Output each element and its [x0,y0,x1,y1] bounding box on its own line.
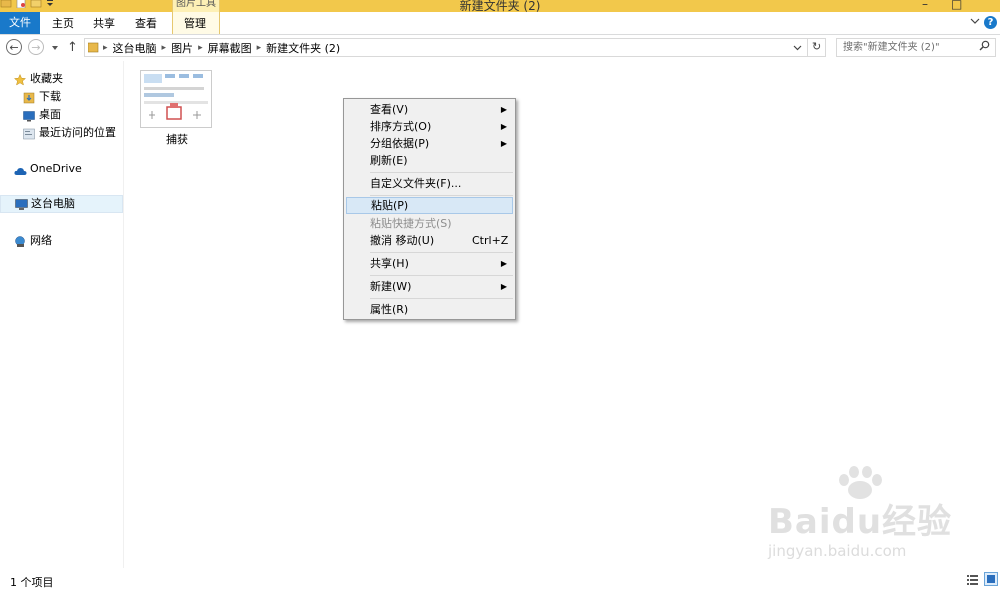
search-placeholder: 搜索"新建文件夹 (2)" [843,42,940,53]
breadcrumb-current-folder[interactable]: 新建文件夹 (2) [266,40,340,56]
menu-separator [370,252,513,253]
desktop-icon [23,110,35,121]
tab-home[interactable]: 主页 [50,15,76,33]
sidebar-item-label: OneDrive [30,162,82,175]
chevron-right-icon[interactable]: ▸ [257,43,262,53]
menu-item-customize-folder[interactable]: 自定义文件夹(F)... [346,175,513,192]
expand-ribbon-icon[interactable] [970,16,980,29]
menu-item-paste-shortcut[interactable]: 粘贴快捷方式(S) [346,215,513,232]
context-menu: 查看(V) ▶ 排序方式(O) ▶ 分组依据(P) ▶ 刷新(E) 自定义文件夹(F)… [343,98,516,320]
recent-places-icon [23,128,35,139]
file-list-area[interactable]: 捕获 Baidu经验 jingyan.baidu.com [124,61,1000,568]
large-icons-view-icon [987,575,995,583]
breadcrumb: ▸ 这台电脑 ▸ 图片 ▸ 屏幕截图 ▸ 新建文件夹 (2) [103,39,340,56]
sidebar-item-favorites[interactable]: 收藏夹 [13,70,63,88]
chevron-right-icon[interactable]: ▸ [103,43,108,53]
image-thumbnail-icon [140,70,212,128]
refresh-icon[interactable]: ↻ [812,40,821,53]
menu-item-paste[interactable]: 粘贴(P) [346,197,513,214]
navigation-bar: ← → ↑ ▸ 这台电脑 ▸ 图片 ▸ 屏幕截图 ▸ 新建文件夹 (2) ↻ 搜… [0,35,1000,61]
tab-manage[interactable]: 管理 [180,15,210,33]
breadcrumb-this-pc[interactable]: 这台电脑 [113,40,157,56]
baidu-watermark: Baidu经验 jingyan.baidu.com [762,466,962,570]
ribbon-tabs: 文件 主页 共享 查看 管理 ? [0,12,1000,35]
sidebar-item-network[interactable]: 网络 [14,232,52,250]
sidebar-item-downloads[interactable]: 下载 [23,88,61,106]
menu-separator [370,172,513,173]
recent-locations-icon[interactable] [51,42,59,55]
computer-icon [15,198,28,210]
submenu-arrow-icon: ▶ [500,122,507,131]
help-icon[interactable]: ? [984,16,997,29]
watermark-url: jingyan.baidu.com [768,542,907,560]
sidebar-item-label: 这台电脑 [31,197,75,210]
chevron-right-icon[interactable]: ▸ [198,43,203,53]
minimize-icon[interactable]: – [922,0,928,11]
download-folder-icon [23,92,35,103]
back-button[interactable]: ← [6,39,22,55]
submenu-arrow-icon: ▶ [500,282,507,291]
menu-item-view[interactable]: 查看(V) ▶ [346,101,513,118]
sidebar-item-desktop[interactable]: 桌面 [23,106,61,124]
address-bar[interactable]: ▸ 这台电脑 ▸ 图片 ▸ 屏幕截图 ▸ 新建文件夹 (2) ↻ [84,38,826,57]
chevron-down-icon[interactable] [793,42,802,55]
watermark-text: Baidu经验 [768,502,953,542]
menu-item-new[interactable]: 新建(W) ▶ [346,278,513,295]
menu-separator [370,275,513,276]
sidebar-item-label: 收藏夹 [30,72,63,85]
menu-shortcut: Ctrl+Z [472,234,509,247]
menu-separator [370,195,513,196]
file-item[interactable]: 捕获 [140,70,214,147]
menu-item-group-by[interactable]: 分组依据(P) ▶ [346,135,513,152]
navigation-pane: 收藏夹 下载 桌面 最近访问的位置 OneDrive 这台电脑 网络 [0,61,124,568]
menu-item-sort-by[interactable]: 排序方式(O) ▶ [346,118,513,135]
chevron-right-icon[interactable]: ▸ [162,43,167,53]
breadcrumb-pictures[interactable]: 图片 [171,40,193,56]
search-input[interactable]: 搜索"新建文件夹 (2)" [836,38,996,57]
tab-share[interactable]: 共享 [91,15,117,33]
submenu-arrow-icon: ▶ [500,105,507,114]
item-count: 1 个项目 [10,576,54,589]
details-view-button[interactable] [966,572,980,586]
up-icon[interactable]: ↑ [67,40,78,55]
star-icon [13,73,27,86]
menu-item-properties[interactable]: 属性(R) [346,301,513,318]
tab-view[interactable]: 查看 [133,15,159,33]
file-name: 捕获 [166,133,188,146]
menu-item-undo-move[interactable]: 撤消 移动(U) Ctrl+Z [346,232,513,249]
folder-icon [87,42,99,56]
breadcrumb-screenshots[interactable]: 屏幕截图 [208,40,252,56]
menu-item-share[interactable]: 共享(H) ▶ [346,255,513,272]
submenu-arrow-icon: ▶ [500,139,507,148]
sidebar-item-this-pc[interactable]: 这台电脑 [0,195,123,213]
search-icon[interactable] [979,40,990,57]
menu-separator [370,298,513,299]
network-icon [14,235,26,247]
sidebar-item-label: 下载 [39,90,61,103]
sidebar-item-label: 桌面 [39,108,61,121]
submenu-arrow-icon: ▶ [500,259,507,268]
tab-file[interactable]: 文件 [0,12,40,34]
maximize-icon[interactable]: □ [951,0,962,11]
details-view-icon [967,575,978,585]
sidebar-item-label: 最近访问的位置 [39,126,116,139]
menu-item-refresh[interactable]: 刷新(E) [346,152,513,169]
sidebar-item-label: 网络 [30,234,52,247]
forward-button[interactable]: → [28,39,44,55]
title-bar: 图片工具 新建文件夹 (2) – □ [0,0,1000,13]
large-icons-view-button[interactable] [984,572,998,586]
sidebar-item-onedrive[interactable]: OneDrive [14,160,82,178]
cloud-icon [14,164,27,175]
sidebar-item-recent-places[interactable]: 最近访问的位置 [23,124,116,142]
status-bar: 1 个项目 [0,568,1000,591]
